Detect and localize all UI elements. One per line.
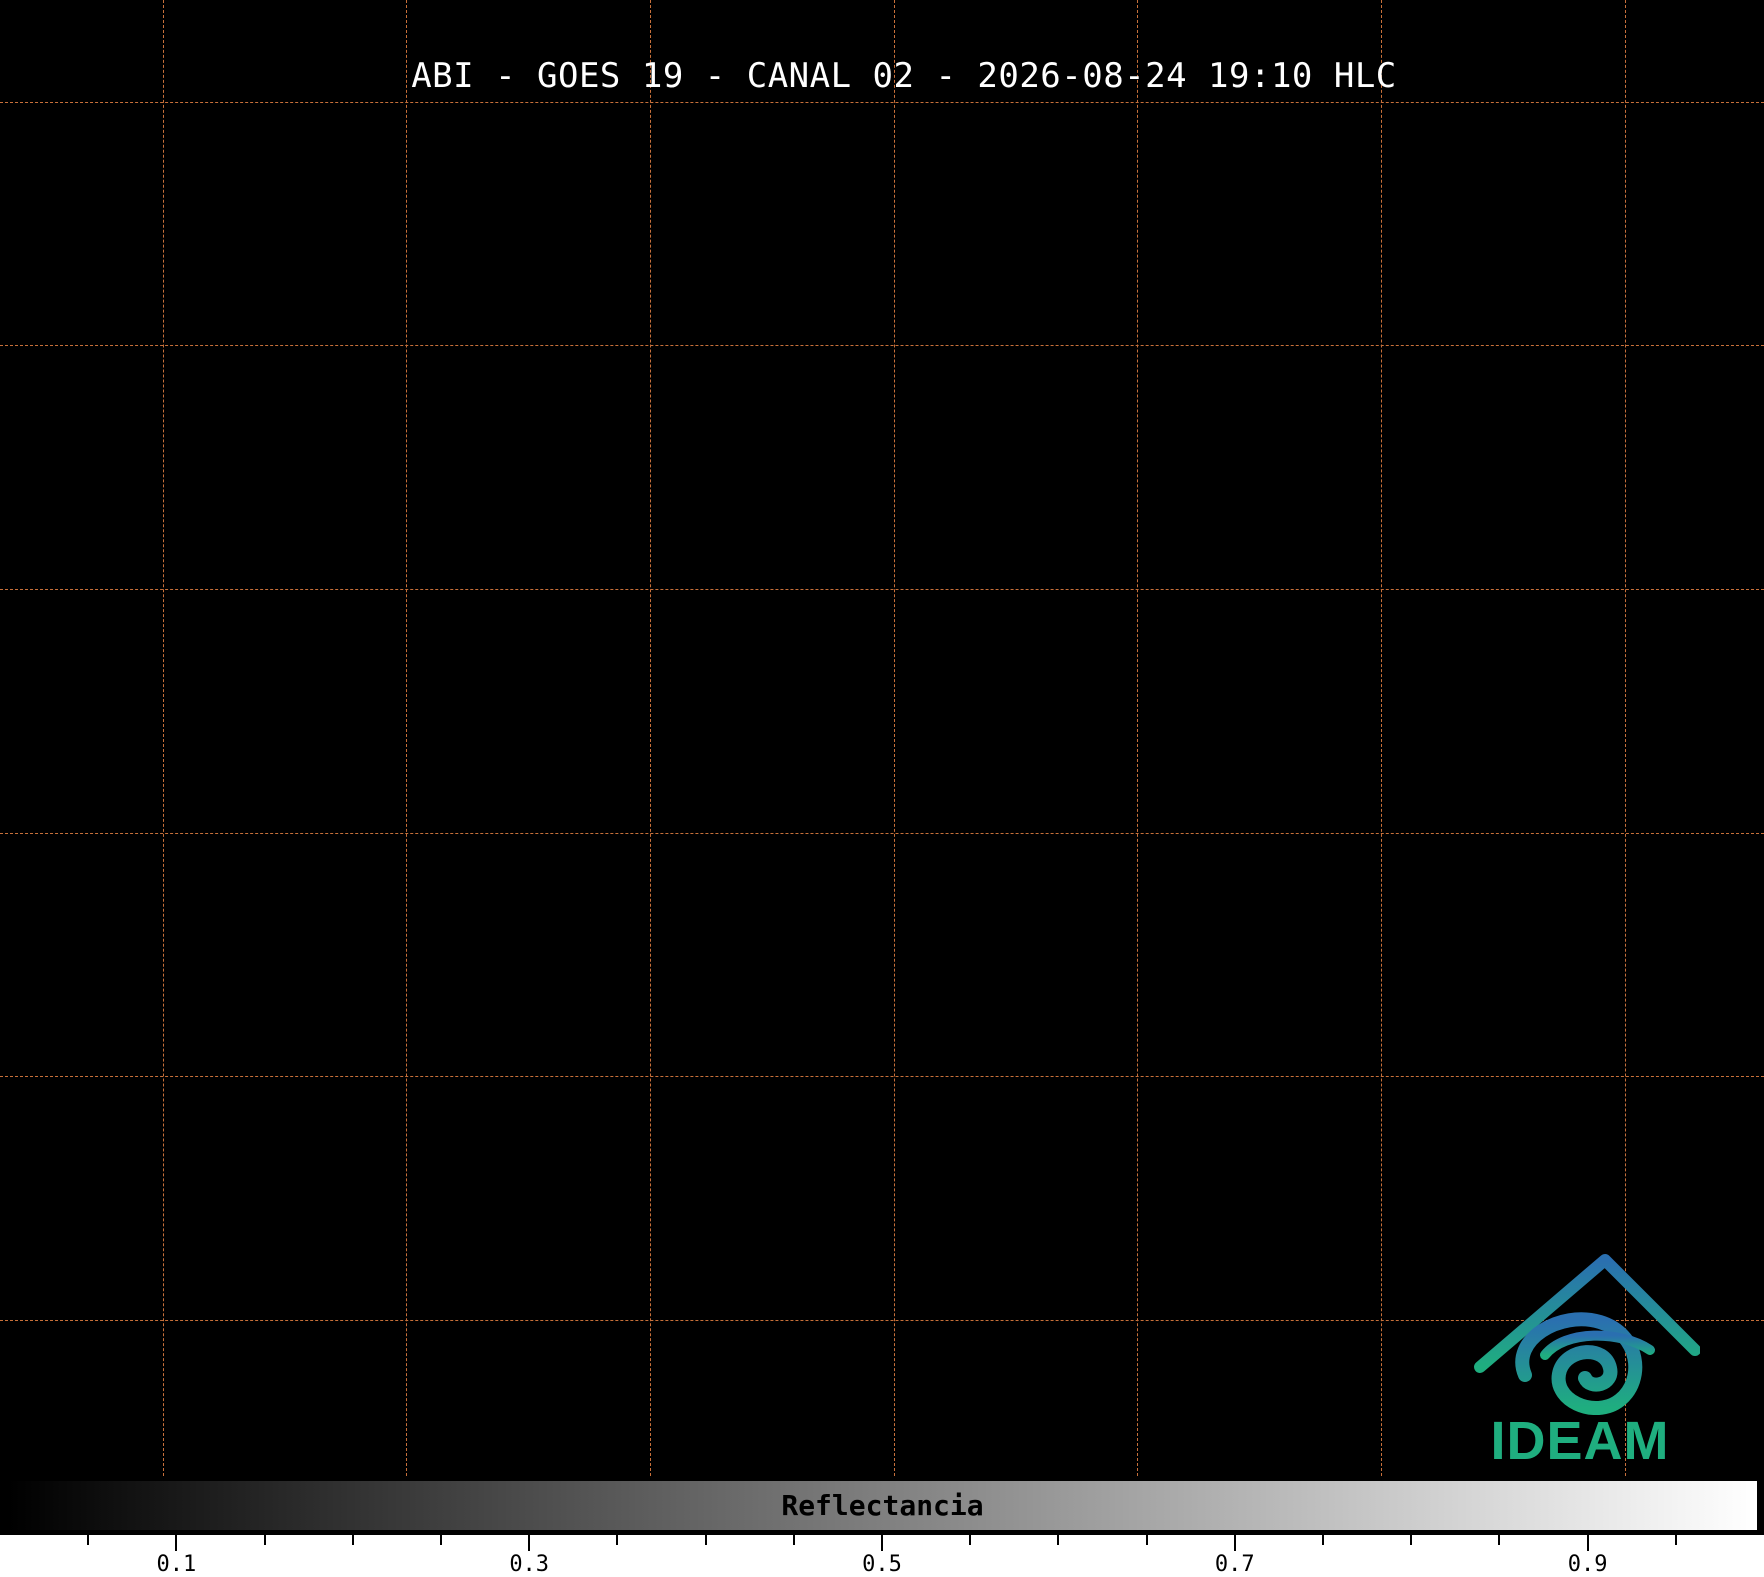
- meridian-line: [1381, 0, 1382, 1476]
- colorbar-ticks: 0.1 0.3 0.5 0.7 0.9: [0, 1535, 1764, 1577]
- major-tick: [881, 1535, 883, 1551]
- tick-label: 0.9: [1567, 1552, 1608, 1577]
- minor-tick: [1410, 1535, 1413, 1545]
- minor-tick: [1498, 1535, 1501, 1545]
- meridian-line: [1137, 0, 1138, 1476]
- colorbar: Reflectancia: [5, 1478, 1760, 1533]
- major-tick: [1233, 1535, 1236, 1551]
- minor-tick: [616, 1535, 619, 1545]
- parallel-line: [0, 345, 1764, 346]
- satellite-map: ABI - GOES 19 - CANAL 02 - 2026-08-24 19…: [0, 0, 1764, 1577]
- minor-tick: [704, 1535, 707, 1545]
- tick-label: 0.3: [509, 1552, 550, 1577]
- parallel-line: [0, 102, 1764, 103]
- minor-tick: [440, 1535, 442, 1545]
- meridian-line: [163, 0, 164, 1476]
- tick-label: 0.7: [1214, 1552, 1255, 1577]
- minor-tick: [351, 1535, 354, 1545]
- minor-tick: [87, 1535, 90, 1545]
- ideam-house-swirl-icon: [1474, 1254, 1701, 1416]
- parallel-line: [0, 833, 1764, 834]
- ideam-logo: IDEAM: [1470, 1250, 1701, 1475]
- map-title: ABI - GOES 19 - CANAL 02 - 2026-08-24 19…: [411, 56, 1397, 96]
- minor-tick: [1057, 1535, 1060, 1545]
- major-tick: [1586, 1535, 1589, 1551]
- major-tick: [175, 1535, 178, 1551]
- logo-text: IDEAM: [1490, 1411, 1670, 1471]
- meridian-line: [406, 0, 407, 1476]
- parallel-line: [0, 1076, 1764, 1077]
- parallel-line: [0, 589, 1764, 590]
- major-tick: [528, 1535, 531, 1551]
- colorbar-label: Reflectancia: [781, 1489, 984, 1522]
- minor-tick: [1322, 1535, 1324, 1545]
- meridian-line: [650, 0, 651, 1476]
- minor-tick: [969, 1535, 972, 1545]
- tick-label: 0.1: [156, 1552, 197, 1577]
- tick-label: 0.5: [862, 1552, 902, 1577]
- minor-tick: [263, 1535, 266, 1545]
- meridian-line: [894, 0, 895, 1476]
- minor-tick: [1674, 1535, 1677, 1545]
- minor-tick: [1145, 1535, 1148, 1545]
- minor-tick: [792, 1535, 795, 1545]
